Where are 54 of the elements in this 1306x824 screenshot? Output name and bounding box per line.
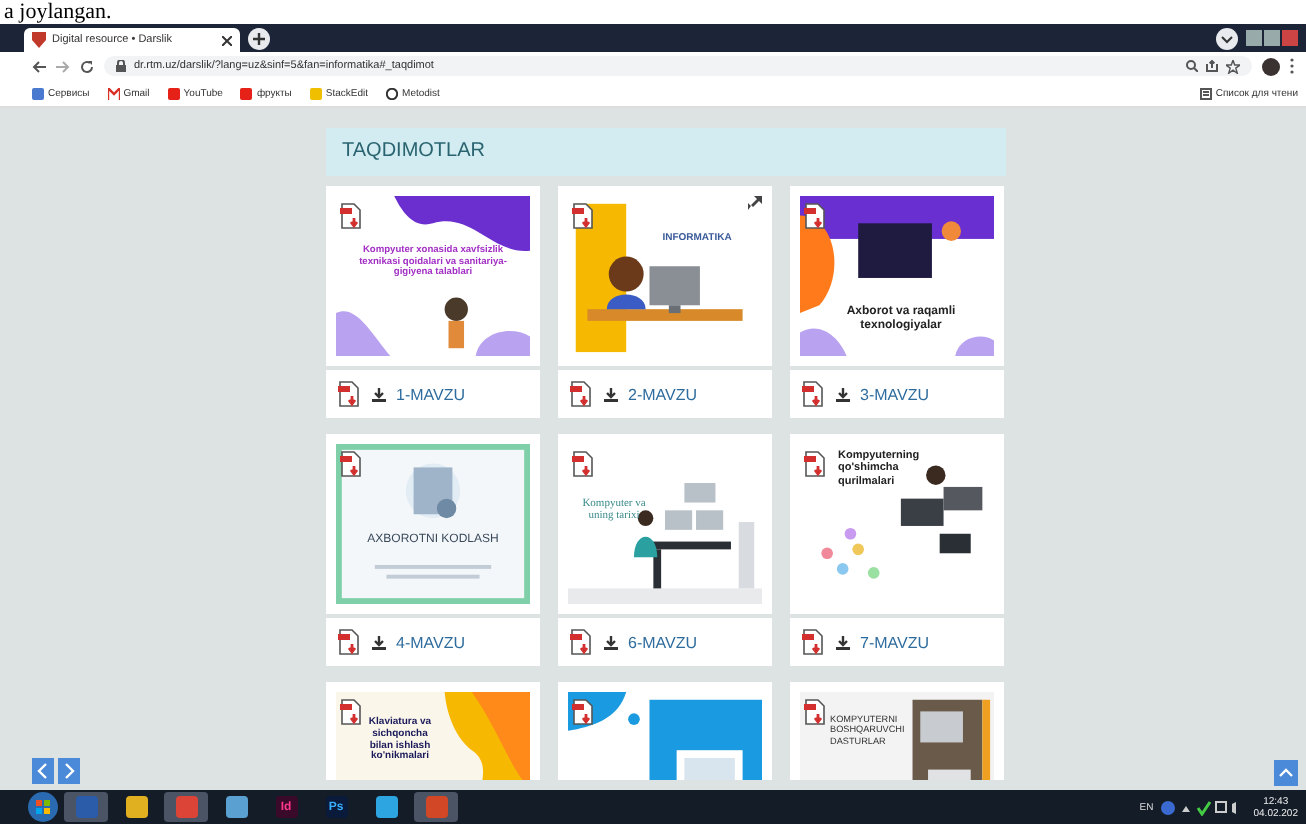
- topic-link[interactable]: 2-MAVZU: [628, 385, 698, 403]
- bookmark-icon: [386, 87, 399, 99]
- dropdown-icon[interactable]: [1216, 27, 1238, 49]
- download-icon[interactable]: [604, 635, 618, 649]
- download-icon[interactable]: [372, 635, 386, 649]
- lock-icon: [116, 60, 126, 72]
- back-icon[interactable]: [32, 59, 46, 73]
- section-title: TAQDIMOTLAR: [326, 128, 1006, 176]
- topic-link[interactable]: 1-MAVZU: [396, 385, 466, 403]
- pdf-file-icon: [340, 202, 364, 230]
- reload-icon[interactable]: [80, 59, 94, 73]
- previous-button[interactable]: [32, 758, 54, 784]
- shield-icon: [32, 32, 46, 48]
- download-icon[interactable]: [372, 387, 386, 401]
- star-icon[interactable]: [1226, 59, 1240, 73]
- pdf-file-icon: [804, 202, 828, 230]
- pdf-file-icon: [572, 450, 596, 478]
- search-icon[interactable]: [1186, 60, 1198, 72]
- pdf-file-icon: [572, 698, 596, 726]
- download-icon[interactable]: [836, 387, 850, 401]
- pdf-file-icon: [340, 450, 364, 478]
- bookmark-icon: [32, 87, 44, 99]
- download-icon[interactable]: [604, 387, 618, 401]
- expand-icon[interactable]: [748, 196, 762, 210]
- share-icon[interactable]: [1206, 60, 1218, 72]
- download-icon[interactable]: [836, 635, 850, 649]
- pdf-file-icon[interactable]: [802, 380, 826, 408]
- document-text: a joylangan.: [2, 0, 114, 24]
- new-tab-button[interactable]: [248, 27, 270, 49]
- avatar-icon[interactable]: [1262, 57, 1280, 75]
- start-button[interactable]: [28, 792, 58, 822]
- pdf-file-icon[interactable]: [570, 380, 594, 408]
- topic-link[interactable]: 4-MAVZU: [396, 633, 466, 651]
- pdf-file-icon[interactable]: [338, 628, 362, 656]
- bookmark-icon: [240, 87, 253, 99]
- next-button[interactable]: [58, 758, 80, 784]
- topic-link[interactable]: 3-MAVZU: [860, 385, 930, 403]
- pdf-file-icon[interactable]: [570, 628, 594, 656]
- pdf-file-icon: [804, 450, 828, 478]
- pdf-file-icon[interactable]: [338, 380, 362, 408]
- pdf-file-icon: [340, 698, 364, 726]
- bookmark-icon: [309, 87, 322, 99]
- pdf-file-icon: [572, 202, 596, 230]
- bookmark-icon: [107, 87, 120, 99]
- bookmark-icon: [167, 87, 180, 99]
- pdf-file-icon[interactable]: [802, 628, 826, 656]
- window-controls-icon[interactable]: [1246, 30, 1298, 46]
- close-icon[interactable]: [222, 35, 232, 45]
- topic-link[interactable]: 6-MAVZU: [628, 633, 698, 651]
- tray-icons-drawing[interactable]: [1159, 799, 1240, 815]
- pdf-file-icon: [804, 698, 828, 726]
- list-icon: [1199, 87, 1212, 99]
- scroll-top-button[interactable]: [1274, 760, 1298, 786]
- topic-link[interactable]: 7-MAVZU: [860, 633, 930, 651]
